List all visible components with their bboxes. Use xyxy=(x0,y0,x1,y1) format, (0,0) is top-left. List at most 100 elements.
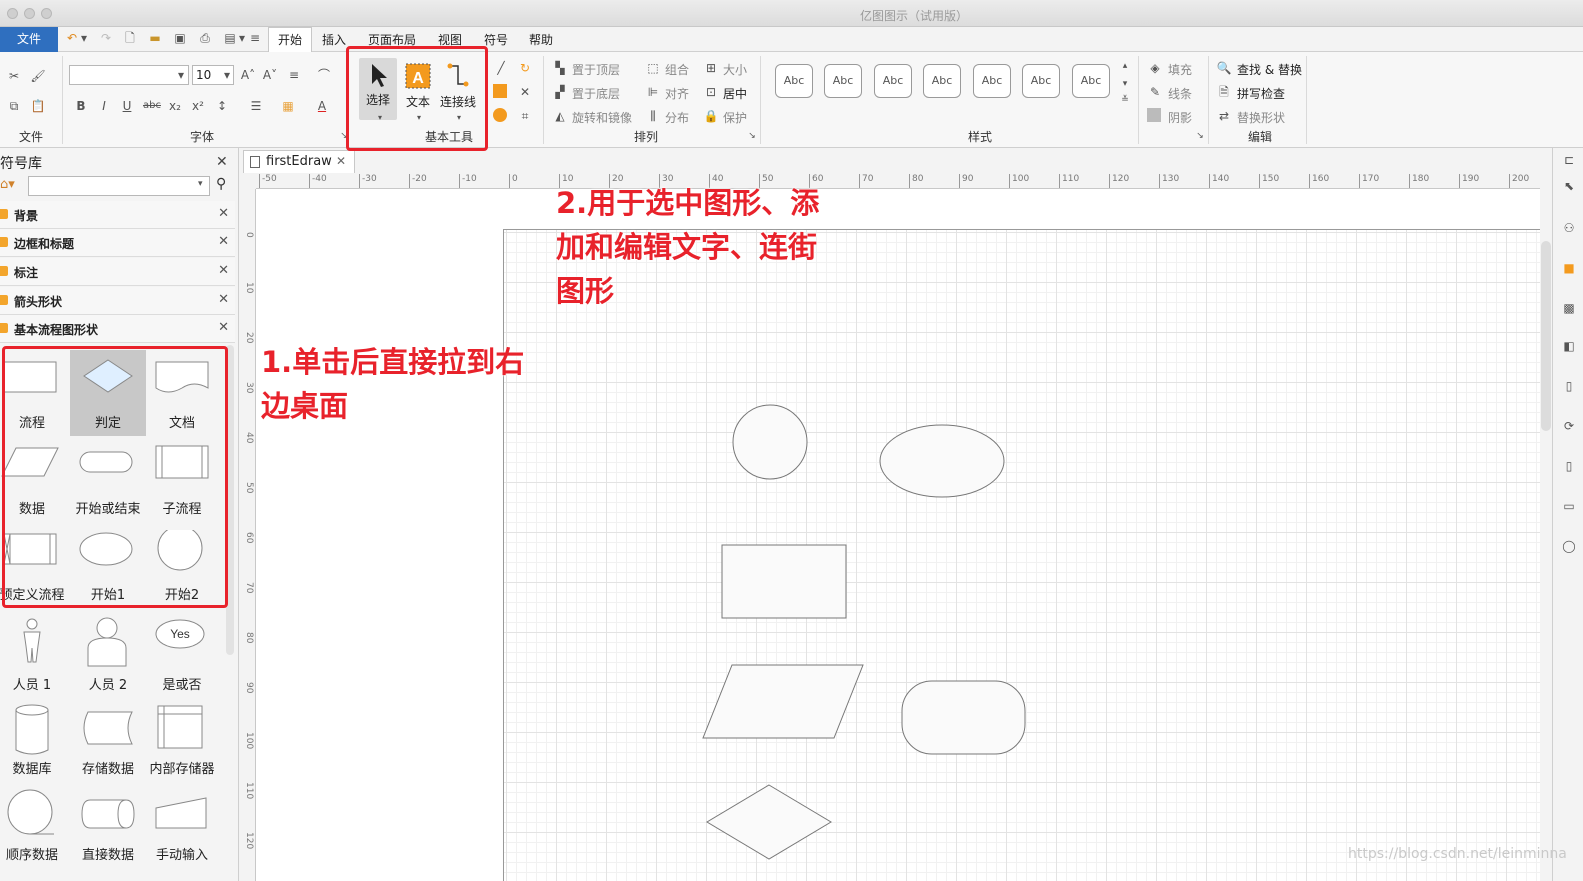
distribute-icon[interactable]: ⫼ xyxy=(645,108,661,124)
group-icon[interactable]: ⬚ xyxy=(645,60,661,76)
minimize-window-button[interactable] xyxy=(24,8,35,19)
fill-icon[interactable]: ◈ xyxy=(1147,60,1163,76)
shape-person2[interactable]: 人员 2 xyxy=(70,608,146,694)
center-icon[interactable]: ⊡ xyxy=(703,84,719,100)
undo-dropdown-icon[interactable]: ▾ xyxy=(80,30,88,46)
decrease-font-icon[interactable]: A˅ xyxy=(262,67,278,83)
distribute-label[interactable]: 分布 xyxy=(665,109,689,126)
zoom-window-button[interactable] xyxy=(41,8,52,19)
close-window-button[interactable] xyxy=(7,8,18,19)
send-back-icon[interactable]: ▞ xyxy=(552,84,568,100)
underline-icon[interactable]: U xyxy=(119,98,135,114)
ellipse-tool-icon[interactable] xyxy=(493,108,507,122)
image-icon[interactable]: ▩ xyxy=(1561,300,1577,316)
strikethrough-icon[interactable]: abc xyxy=(143,98,161,114)
canvas-vertical-scrollbar[interactable] xyxy=(1540,189,1552,881)
cross-connector-icon[interactable]: ✕ xyxy=(517,84,533,100)
italic-icon[interactable]: I xyxy=(96,98,112,114)
scroll-down-icon[interactable]: ▾ xyxy=(1117,76,1133,92)
canvas-ellipse-shape[interactable] xyxy=(879,424,1005,498)
protect-label[interactable]: 保护 xyxy=(723,109,747,126)
document-tab[interactable]: firstEdraw ✕ xyxy=(243,150,355,173)
find-icon[interactable]: 🔍 xyxy=(1216,60,1232,76)
canvas-terminator-shape[interactable] xyxy=(901,680,1026,755)
home-icon[interactable]: ⌂▾ xyxy=(0,177,15,192)
arc-tool-icon[interactable]: ↻ xyxy=(517,60,533,76)
cursor-icon[interactable]: ⬉ xyxy=(1561,178,1577,194)
close-icon[interactable]: ✕ xyxy=(218,292,229,307)
close-icon[interactable]: ✕ xyxy=(218,234,229,249)
style-swatch[interactable]: Abc xyxy=(775,64,813,98)
shape-database[interactable]: 数据库 xyxy=(0,694,70,780)
shape-person1[interactable]: 人员 1 xyxy=(0,608,70,694)
replace-shape-label[interactable]: 替换形状 xyxy=(1237,109,1285,126)
category-background[interactable]: 背景 ✕ xyxy=(0,201,235,229)
shape-stored-data[interactable]: 存储数据 xyxy=(70,694,146,780)
new-file-icon[interactable]: 🗋 xyxy=(122,30,138,46)
fill-panel-icon[interactable]: ■ xyxy=(1561,260,1577,276)
customize-toolbar-icon[interactable]: ≡ xyxy=(250,30,260,46)
style-dialog-launcher-icon[interactable]: ↘ xyxy=(1192,128,1208,144)
font-color-icon[interactable]: A xyxy=(314,98,330,114)
style-swatch[interactable]: Abc xyxy=(1072,64,1110,98)
shadow-label[interactable]: 阴影 xyxy=(1168,109,1192,126)
line-tool-icon[interactable]: ╱ xyxy=(493,60,509,76)
paste-icon[interactable]: 📋 xyxy=(30,98,46,114)
bullets-icon[interactable]: ☰ xyxy=(248,98,264,114)
style-swatch[interactable]: Abc xyxy=(973,64,1011,98)
align-text-icon[interactable]: ≡ xyxy=(286,67,302,83)
style-swatch[interactable]: Abc xyxy=(874,64,912,98)
size-label[interactable]: 大小 xyxy=(723,61,747,78)
category-arrow-shapes[interactable]: 箭头形状 ✕ xyxy=(0,287,235,315)
scrollbar-thumb[interactable] xyxy=(1541,241,1551,431)
size-icon[interactable]: ⊞ xyxy=(703,60,719,76)
shape-internal-storage[interactable]: 内部存储器 xyxy=(144,694,220,780)
bring-front-label[interactable]: 置于顶层 xyxy=(572,61,620,78)
style-swatch[interactable]: Abc xyxy=(923,64,961,98)
spell-check-label[interactable]: 拼写检查 xyxy=(1237,85,1285,102)
scroll-up-icon[interactable]: ▴ xyxy=(1117,58,1133,74)
shape-manual-input[interactable]: 手动输入 xyxy=(144,780,220,866)
panel-icon[interactable]: ⊏ xyxy=(1561,152,1577,168)
crop-icon[interactable]: ⌗ xyxy=(517,108,533,124)
increase-font-icon[interactable]: A˄ xyxy=(240,67,256,83)
find-replace-label[interactable]: 查找 & 替换 xyxy=(1237,61,1302,78)
canvas-process-shape[interactable] xyxy=(721,544,847,619)
align-icon[interactable]: ⊫ xyxy=(645,84,661,100)
tab-symbol[interactable]: 符号 xyxy=(484,31,508,48)
line-icon[interactable]: ✎ xyxy=(1147,84,1163,100)
canvas-circle-shape[interactable] xyxy=(732,404,808,480)
open-folder-icon[interactable]: ▬ xyxy=(147,30,163,46)
print-icon[interactable]: ⎙ xyxy=(197,30,213,46)
copy-icon[interactable]: ⧉ xyxy=(6,98,22,114)
close-icon[interactable]: ✕ xyxy=(218,206,229,221)
shadow-icon[interactable] xyxy=(1147,108,1161,122)
bring-front-icon[interactable]: ▚ xyxy=(552,60,568,76)
close-icon[interactable]: ✕ xyxy=(218,263,229,278)
bold-icon[interactable]: B xyxy=(73,98,89,114)
tab-insert[interactable]: 插入 xyxy=(322,31,346,48)
category-callouts[interactable]: 标注 ✕ xyxy=(0,258,235,286)
highlight-icon[interactable]: ▦ xyxy=(280,98,296,114)
close-icon[interactable]: ✕ xyxy=(216,154,228,170)
style-swatch[interactable]: Abc xyxy=(1022,64,1060,98)
close-icon[interactable]: ✕ xyxy=(336,154,346,168)
line-spacing-icon[interactable]: ↕ xyxy=(214,98,230,114)
undo-icon[interactable]: ↶ xyxy=(64,30,80,46)
canvas-data-shape[interactable] xyxy=(702,664,864,739)
shape-yes-no[interactable]: Yes 是或否 xyxy=(144,608,220,694)
spell-check-icon[interactable]: 🗎 xyxy=(1216,84,1232,100)
arrange-dialog-launcher-icon[interactable]: ↘ xyxy=(744,128,760,144)
export-icon[interactable]: ▤ xyxy=(222,30,238,46)
format-painter-icon[interactable]: 🖌 xyxy=(30,68,46,84)
save-icon[interactable]: ▣ xyxy=(172,30,188,46)
rotate-mirror-label[interactable]: 旋转和镜像 xyxy=(572,109,632,126)
tab-help[interactable]: 帮助 xyxy=(529,31,553,48)
shape-direct-data[interactable]: 直接数据 xyxy=(70,780,146,866)
rectangle-tool-icon[interactable] xyxy=(493,84,507,98)
comment-icon[interactable]: ▭ xyxy=(1561,498,1577,514)
replace-shape-icon[interactable]: ⇄ xyxy=(1216,108,1232,124)
page-icon[interactable]: ▯ xyxy=(1561,378,1577,394)
lock-icon[interactable]: 🔒 xyxy=(703,108,719,124)
superscript-icon[interactable]: x² xyxy=(190,98,206,114)
